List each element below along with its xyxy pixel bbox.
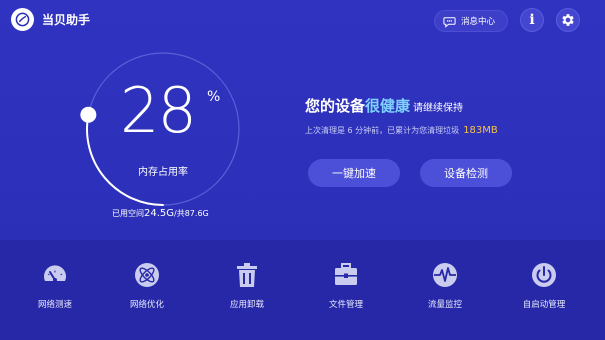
- device-check-button[interactable]: 设备检测: [420, 159, 512, 187]
- message-center-button[interactable]: 消息中心: [434, 10, 508, 32]
- message-center-label: 消息中心: [461, 17, 496, 27]
- storage-prefix: 已用空间: [112, 209, 144, 218]
- tool-network-optimize[interactable]: 网络优化: [112, 260, 182, 310]
- memory-gauge-knob: [80, 106, 97, 123]
- storage-usage: 已用空间24.5G/共87.6G: [112, 208, 209, 219]
- tool-label: 网络优化: [129, 300, 164, 310]
- storage-used: 24.5G: [144, 208, 175, 219]
- storage-separator: /共: [174, 209, 185, 218]
- memory-usage-label: 内存占用率: [138, 167, 188, 178]
- percent-sign: %: [207, 89, 221, 105]
- cleanup-summary: 上次清理是 6 分钟前，已累计为您清理垃圾 183MB: [305, 125, 498, 136]
- speedup-button[interactable]: 一键加速: [308, 159, 400, 187]
- tool-label: 应用卸载: [229, 300, 264, 310]
- atom-icon: [135, 263, 159, 287]
- tool-network-speed-test[interactable]: 网络测速: [20, 260, 90, 310]
- info-icon: i: [529, 12, 535, 28]
- power-icon: [532, 263, 556, 287]
- trash-icon: [237, 263, 257, 287]
- chat-bubble-icon: [443, 16, 456, 28]
- app-title: 当贝助手: [42, 13, 91, 27]
- cleanup-text: 上次清理是 6 分钟前，已累计为您清理垃圾: [305, 126, 460, 135]
- status-suffix: 请继续保持: [413, 103, 464, 114]
- tool-app-uninstall[interactable]: 应用卸载: [212, 260, 282, 310]
- gear-icon: [562, 14, 574, 26]
- app-logo-icon: [11, 8, 34, 31]
- settings-button[interactable]: [556, 8, 580, 32]
- status-prefix: 您的设备: [305, 97, 366, 115]
- health-status: 您的设备很健康 请继续保持: [305, 95, 463, 116]
- tool-label: 自启动管理: [522, 300, 566, 310]
- tool-label: 网络测速: [37, 300, 72, 310]
- briefcase-icon: [335, 263, 357, 285]
- memory-percent: 28: [120, 74, 197, 147]
- storage-total: 87.6G: [184, 209, 209, 218]
- speedometer-icon: [44, 265, 66, 282]
- info-button[interactable]: i: [520, 8, 544, 32]
- tool-label: 流量监控: [427, 300, 462, 310]
- cleanup-amount: 183MB: [463, 125, 498, 136]
- tool-label: 文件管理: [328, 300, 363, 310]
- tool-traffic-monitor[interactable]: 流量监控: [410, 260, 480, 310]
- tool-file-manager[interactable]: 文件管理: [311, 260, 381, 310]
- tool-autostart-manager[interactable]: 自启动管理: [509, 260, 579, 310]
- status-highlight: 很健康: [365, 97, 411, 115]
- pulse-icon: [433, 263, 457, 287]
